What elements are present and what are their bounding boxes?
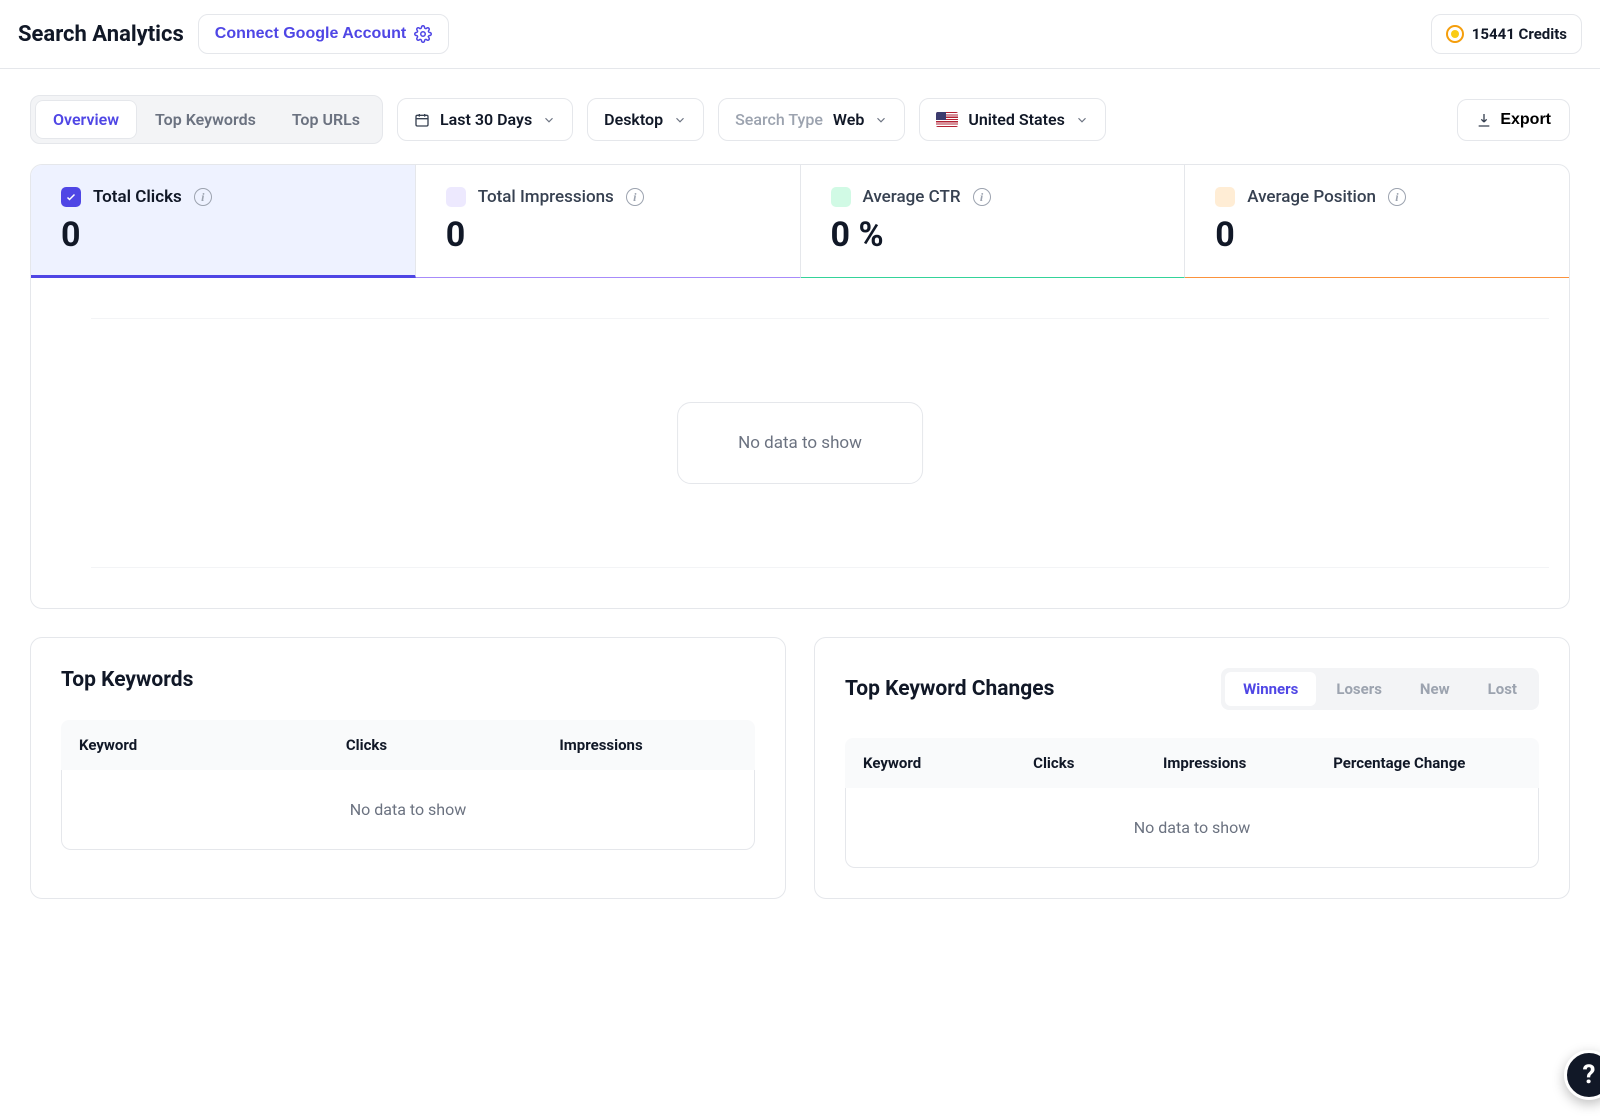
top-keywords-table: Keyword Clicks Impressions No data to sh… xyxy=(61,720,755,850)
search-type-prefix: Search Type xyxy=(735,110,823,129)
top-keywords-panel: Top Keywords Keyword Clicks Impressions … xyxy=(30,637,786,899)
coin-icon xyxy=(1446,25,1464,43)
th-percentage-change: Percentage Change xyxy=(1315,738,1539,788)
calendar-icon xyxy=(414,112,430,128)
main-content: Total Clicks i 0 Total Impressions i 0 A… xyxy=(0,164,1600,939)
tab-winners[interactable]: Winners xyxy=(1225,672,1316,706)
metrics-row: Total Clicks i 0 Total Impressions i 0 A… xyxy=(31,165,1569,278)
help-button[interactable]: ? xyxy=(1564,1050,1600,1100)
country-label: United States xyxy=(968,110,1065,129)
checkbox-average-position[interactable] xyxy=(1215,187,1235,207)
tab-lost[interactable]: Lost xyxy=(1470,672,1535,706)
view-tabs: Overview Top Keywords Top URLs xyxy=(30,95,383,144)
download-icon xyxy=(1476,112,1492,128)
gear-icon xyxy=(414,25,432,43)
th-impressions: Impressions xyxy=(1145,738,1315,788)
tab-top-keywords[interactable]: Top Keywords xyxy=(137,100,274,139)
chevron-down-icon xyxy=(874,113,888,127)
chevron-down-icon xyxy=(542,113,556,127)
metric-label: Total Impressions xyxy=(478,187,614,207)
date-range-selector[interactable]: Last 30 Days xyxy=(397,98,573,141)
info-icon[interactable]: i xyxy=(1388,188,1406,206)
us-flag-icon xyxy=(936,112,958,127)
country-selector[interactable]: United States xyxy=(919,98,1106,141)
table-header: Keyword Clicks Impressions xyxy=(61,720,755,770)
table-empty-state: No data to show xyxy=(61,770,755,850)
metric-total-clicks[interactable]: Total Clicks i 0 xyxy=(31,165,416,278)
connect-google-label: Connect Google Account xyxy=(215,25,406,43)
tab-overview[interactable]: Overview xyxy=(35,100,137,139)
info-icon[interactable]: i xyxy=(973,188,991,206)
date-range-label: Last 30 Days xyxy=(440,110,532,129)
panel-title: Top Keyword Changes xyxy=(845,677,1054,701)
metric-average-position[interactable]: Average Position i 0 xyxy=(1185,165,1569,278)
controls-row: Overview Top Keywords Top URLs Last 30 D… xyxy=(0,69,1600,164)
keyword-changes-table: Keyword Clicks Impressions Percentage Ch… xyxy=(845,738,1539,868)
panel-title: Top Keywords xyxy=(61,668,193,692)
export-label: Export xyxy=(1500,111,1551,129)
metric-label: Average CTR xyxy=(863,187,961,207)
search-type-selector[interactable]: Search Type Web xyxy=(718,98,905,141)
metric-total-impressions[interactable]: Total Impressions i 0 xyxy=(416,165,801,278)
chevron-down-icon xyxy=(1075,113,1089,127)
metric-label: Average Position xyxy=(1247,187,1376,207)
metric-average-ctr[interactable]: Average CTR i 0 % xyxy=(801,165,1186,278)
info-icon[interactable]: i xyxy=(194,188,212,206)
th-keyword: Keyword xyxy=(61,720,328,770)
export-button[interactable]: Export xyxy=(1457,99,1570,141)
tab-losers[interactable]: Losers xyxy=(1318,672,1400,706)
credits-badge[interactable]: 15441 Credits xyxy=(1431,14,1582,54)
chevron-down-icon xyxy=(673,113,687,127)
checkbox-average-ctr[interactable] xyxy=(831,187,851,207)
metric-value: 0 % xyxy=(831,215,1155,255)
metric-value: 0 xyxy=(1215,215,1539,255)
metric-value: 0 xyxy=(61,215,385,255)
info-icon[interactable]: i xyxy=(626,188,644,206)
credits-value: 15441 Credits xyxy=(1472,25,1567,43)
metrics-card: Total Clicks i 0 Total Impressions i 0 A… xyxy=(30,164,1570,609)
device-selector[interactable]: Desktop xyxy=(587,98,704,141)
tab-top-urls[interactable]: Top URLs xyxy=(274,100,378,139)
th-clicks: Clicks xyxy=(1015,738,1145,788)
changes-tabs: Winners Losers New Lost xyxy=(1221,668,1539,710)
chart-area: No data to show xyxy=(31,278,1569,608)
tab-new[interactable]: New xyxy=(1402,672,1468,706)
top-bar-left: Search Analytics Connect Google Account xyxy=(18,14,449,54)
table-empty-state: No data to show xyxy=(845,788,1539,868)
top-bar: Search Analytics Connect Google Account … xyxy=(0,0,1600,69)
check-icon xyxy=(65,191,77,203)
metric-label: Total Clicks xyxy=(93,187,182,207)
th-clicks: Clicks xyxy=(328,720,542,770)
connect-google-button[interactable]: Connect Google Account xyxy=(198,14,449,54)
search-type-value: Web xyxy=(833,110,864,129)
panels-row: Top Keywords Keyword Clicks Impressions … xyxy=(30,637,1570,899)
th-impressions: Impressions xyxy=(541,720,755,770)
th-keyword: Keyword xyxy=(845,738,1015,788)
page-title: Search Analytics xyxy=(18,22,184,47)
keyword-changes-panel: Top Keyword Changes Winners Losers New L… xyxy=(814,637,1570,899)
chart-empty-state: No data to show xyxy=(677,402,923,484)
table-header: Keyword Clicks Impressions Percentage Ch… xyxy=(845,738,1539,788)
checkbox-total-impressions[interactable] xyxy=(446,187,466,207)
metric-value: 0 xyxy=(446,215,770,255)
checkbox-total-clicks[interactable] xyxy=(61,187,81,207)
device-label: Desktop xyxy=(604,110,663,129)
